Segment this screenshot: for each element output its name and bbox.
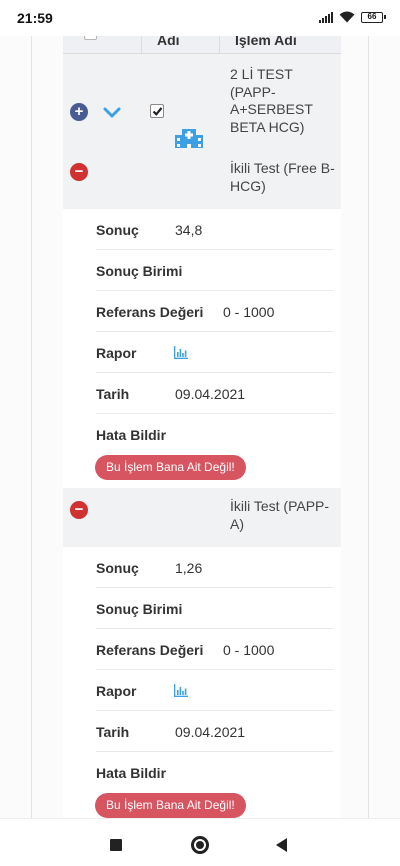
header-name: Adı xyxy=(157,36,180,48)
tarih-value: 09.04.2021 xyxy=(175,724,246,740)
tarih-label: Tarih xyxy=(96,724,130,740)
back-icon[interactable] xyxy=(276,838,287,852)
collapse-button[interactable]: − xyxy=(70,163,88,181)
test-details: Sonuç 34,8 Sonuç Birimi Referans Değeri … xyxy=(63,209,341,496)
minus-icon: − xyxy=(74,163,84,180)
bar-chart-icon[interactable] xyxy=(174,346,188,359)
collapse-button[interactable]: − xyxy=(70,501,88,519)
checkmark-icon xyxy=(152,107,163,116)
detail-row-birim: Sonuç Birimi xyxy=(63,250,341,291)
sonuc-label: Sonuç xyxy=(96,560,139,576)
detail-row-birim: Sonuç Birimi xyxy=(63,588,341,629)
detail-row-hata: Hata Bildir Bu İşlem Bana Ait Değil! xyxy=(63,414,341,494)
detail-row-rapor: Rapor xyxy=(63,332,341,373)
page-content[interactable]: Adı İşlem Adı 2 Lİ TEST (PAPP-A+SERBEST … xyxy=(0,36,400,818)
detail-row-tarih: Tarih 09.04.2021 xyxy=(63,711,341,752)
battery-level: 66 xyxy=(367,11,377,21)
status-time: 21:59 xyxy=(17,10,53,26)
minus-icon: − xyxy=(74,501,84,518)
hata-label: Hata Bildir xyxy=(96,765,167,781)
rapor-label: Rapor xyxy=(96,683,137,699)
chevron-down-icon[interactable] xyxy=(103,107,121,119)
sonuc-label: Sonuç xyxy=(96,222,139,238)
rapor-label: Rapor xyxy=(96,345,137,361)
report-error-button[interactable]: Bu İşlem Bana Ait Değil! xyxy=(95,793,246,818)
detail-row-sonuc: Sonuç 1,26 xyxy=(63,547,341,588)
detail-row-hata: Hata Bildir Bu İşlem Bana Ait Değil! xyxy=(63,752,341,818)
header-process: İşlem Adı xyxy=(235,36,297,48)
group-process-name: 2 Lİ TEST (PAPP-A+SERBEST BETA HCG) xyxy=(230,66,313,135)
tarih-label: Tarih xyxy=(96,386,130,402)
recent-apps-icon[interactable] xyxy=(110,839,122,851)
battery-icon: 66 xyxy=(361,11,386,23)
referans-value: 0 - 1000 xyxy=(223,304,275,320)
status-icons: 66 xyxy=(319,11,386,23)
birim-label: Sonuç Birimi xyxy=(96,263,183,279)
birim-label: Sonuç Birimi xyxy=(96,601,183,617)
test-row: İkili Test (PAPP-A) xyxy=(63,488,341,547)
navigation-bar xyxy=(0,818,400,866)
referans-label: Referans Değeri xyxy=(96,642,204,658)
sonuc-value: 1,26 xyxy=(175,560,203,576)
plus-icon: + xyxy=(74,103,84,120)
test-details: Sonuç 1,26 Sonuç Birimi Referans Değeri … xyxy=(63,547,341,818)
test-name: İkili Test (Free B-HCG) xyxy=(230,160,335,194)
header-divider xyxy=(141,36,142,54)
report-error-button[interactable]: Bu İşlem Bana Ait Değil! xyxy=(95,455,246,480)
group-checkbox[interactable] xyxy=(150,104,164,118)
home-icon[interactable] xyxy=(191,836,209,854)
select-all-checkbox[interactable] xyxy=(84,36,97,40)
detail-row-rapor: Rapor xyxy=(63,670,341,711)
header-divider xyxy=(219,36,220,54)
referans-label: Referans Değeri xyxy=(96,304,204,320)
frame-border-right xyxy=(368,36,369,818)
bar-chart-icon[interactable] xyxy=(174,684,188,697)
detail-row-sonuc: Sonuç 34,8 xyxy=(63,209,341,250)
tarih-value: 09.04.2021 xyxy=(175,386,246,402)
hata-label: Hata Bildir xyxy=(96,427,167,443)
sonuc-value: 34,8 xyxy=(175,222,203,238)
detail-row-referans: Referans Değeri 0 - 1000 xyxy=(63,291,341,332)
status-bar: 21:59 66 xyxy=(0,0,400,36)
table-header: Adı İşlem Adı xyxy=(63,36,341,54)
detail-row-tarih: Tarih 09.04.2021 xyxy=(63,373,341,414)
expand-button[interactable]: + xyxy=(70,103,88,121)
test-row: İkili Test (Free B-HCG) xyxy=(63,148,341,209)
test-name: İkili Test (PAPP-A) xyxy=(230,498,330,532)
signal-icon xyxy=(319,11,333,23)
frame-border-left xyxy=(31,36,32,818)
detail-row-referans: Referans Değeri 0 - 1000 xyxy=(63,629,341,670)
referans-value: 0 - 1000 xyxy=(223,642,275,658)
wifi-icon xyxy=(339,11,355,23)
